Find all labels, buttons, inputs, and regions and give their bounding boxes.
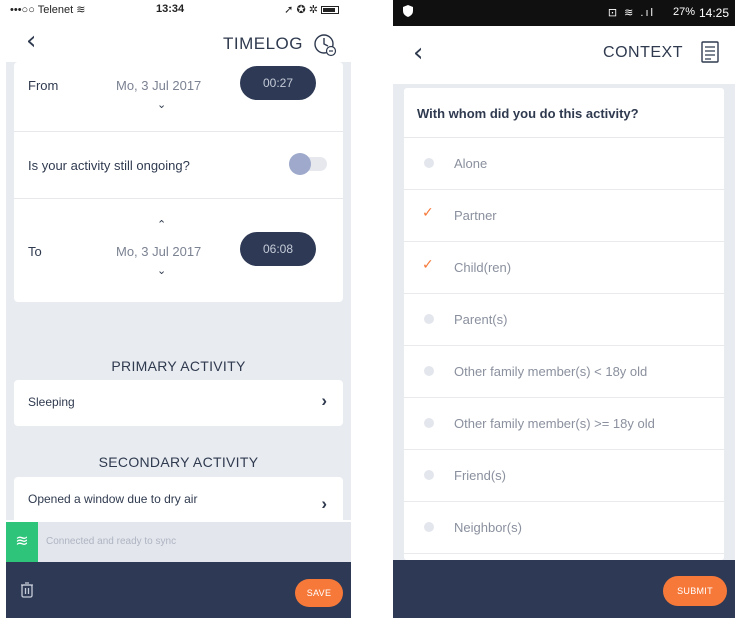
option-label: Neighbor(s) bbox=[454, 520, 522, 535]
to-row: ⌃ To Mo, 3 Jul 2017 ⌄ 06:08 bbox=[14, 200, 343, 302]
unselected-dot-icon bbox=[424, 158, 434, 168]
option-alone[interactable]: Alone bbox=[404, 138, 724, 190]
status-time: 13:34 bbox=[156, 3, 185, 15]
content-area: With whom did you do this activity? Alon… bbox=[393, 84, 735, 560]
unselected-dot-icon bbox=[424, 418, 434, 428]
checkmark-icon: ✓ bbox=[422, 257, 434, 273]
save-button[interactable]: SAVE bbox=[295, 579, 343, 607]
option-neighbors[interactable]: Neighbor(s) bbox=[404, 502, 724, 554]
to-label: To bbox=[28, 244, 42, 259]
option-family-under-18[interactable]: Other family member(s) < 18y old bbox=[404, 346, 724, 398]
status-time: 14:25 bbox=[698, 6, 729, 20]
date-up-chevron-icon[interactable]: ⌃ bbox=[157, 218, 166, 231]
ongoing-question: Is your activity still ongoing? bbox=[28, 158, 190, 173]
header: ‹ TIMELOG bbox=[6, 24, 351, 64]
secondary-activity-title: SECONDARY ACTIVITY bbox=[98, 454, 259, 470]
option-children[interactable]: ✓ Child(ren) bbox=[404, 242, 724, 294]
primary-activity-row[interactable]: Sleeping › bbox=[14, 380, 343, 426]
document-icon[interactable] bbox=[701, 41, 719, 63]
option-family-over-18[interactable]: Other family member(s) >= 18y old bbox=[404, 398, 724, 450]
from-date[interactable]: Mo, 3 Jul 2017 bbox=[116, 78, 201, 93]
footer: SUBMIT bbox=[393, 560, 735, 618]
option-label: Other family member(s) < 18y old bbox=[454, 364, 648, 379]
from-row: From Mo, 3 Jul 2017 ⌄ 00:27 bbox=[14, 62, 343, 132]
context-screen: ⊡ ≋ .ıl 27% 14:25 ‹ CONTEXT With whom di… bbox=[393, 0, 735, 618]
shield-icon bbox=[403, 5, 413, 17]
clock-icon[interactable] bbox=[313, 33, 337, 57]
date-down-chevron-icon[interactable]: ⌄ bbox=[157, 98, 166, 111]
back-chevron-icon[interactable]: ‹ bbox=[26, 28, 36, 54]
option-label: Child(ren) bbox=[454, 260, 512, 275]
ongoing-row: Is your activity still ongoing? bbox=[14, 133, 343, 199]
carrier-label: •••○○ Telenet ≋ bbox=[10, 4, 86, 16]
unselected-dot-icon bbox=[424, 522, 434, 532]
status-bar: •••○○ Telenet ≋ 13:34 ➚ ✪ ✲ bbox=[6, 0, 351, 18]
unselected-dot-icon bbox=[424, 366, 434, 376]
back-chevron-icon[interactable]: ‹ bbox=[413, 40, 423, 66]
header: ‹ CONTEXT bbox=[393, 26, 735, 84]
wifi-icon: ≋ bbox=[6, 522, 38, 562]
from-time-button[interactable]: 00:27 bbox=[240, 66, 316, 100]
ongoing-toggle[interactable] bbox=[289, 153, 327, 175]
option-parents[interactable]: Parent(s) bbox=[404, 294, 724, 346]
timelog-screen: •••○○ Telenet ≋ 13:34 ➚ ✪ ✲ ‹ TIMELOG Fr… bbox=[6, 0, 351, 618]
status-icons: ➚ ✪ ✲ bbox=[284, 3, 339, 16]
question-text: With whom did you do this activity? bbox=[417, 106, 639, 121]
status-bar: ⊡ ≋ .ıl 27% 14:25 bbox=[393, 0, 735, 26]
page-title: CONTEXT bbox=[603, 44, 683, 61]
unselected-dot-icon bbox=[424, 470, 434, 480]
chevron-right-icon: › bbox=[321, 494, 327, 513]
to-date[interactable]: Mo, 3 Jul 2017 bbox=[116, 244, 201, 259]
question-header: With whom did you do this activity? bbox=[404, 88, 724, 138]
content-area: From Mo, 3 Jul 2017 ⌄ 00:27 Is your acti… bbox=[6, 62, 351, 523]
option-partner[interactable]: ✓ Partner bbox=[404, 190, 724, 242]
from-label: From bbox=[28, 78, 59, 93]
primary-activity-value: Sleeping bbox=[28, 395, 75, 409]
trash-icon[interactable] bbox=[20, 582, 34, 598]
submit-button[interactable]: SUBMIT bbox=[663, 576, 727, 606]
footer: SAVE bbox=[6, 562, 351, 618]
battery-icon bbox=[321, 6, 339, 15]
option-label: Partner bbox=[454, 208, 497, 223]
checkmark-icon: ✓ bbox=[422, 205, 434, 221]
option-friends[interactable]: Friend(s) bbox=[404, 450, 724, 502]
status-right-icons: ➚ ✪ ✲ bbox=[284, 4, 318, 16]
option-label: Friend(s) bbox=[454, 468, 507, 483]
toggle-knob bbox=[289, 153, 311, 175]
option-label: Alone bbox=[454, 156, 488, 171]
option-label: Parent(s) bbox=[454, 312, 508, 327]
status-icons: ⊡ ≋ .ıl bbox=[607, 7, 655, 19]
secondary-activity-row[interactable]: Opened a window due to dry air › bbox=[14, 477, 343, 523]
battery-percent: 27% bbox=[672, 6, 695, 18]
question-card: With whom did you do this activity? Alon… bbox=[404, 88, 724, 560]
primary-activity-title: PRIMARY ACTIVITY bbox=[111, 358, 246, 374]
sync-bar: ≋ Connected and ready to sync bbox=[6, 522, 351, 562]
option-label: Other family member(s) >= 18y old bbox=[454, 416, 655, 431]
time-card: From Mo, 3 Jul 2017 ⌄ 00:27 Is your acti… bbox=[14, 62, 343, 302]
date-down-chevron-icon[interactable]: ⌄ bbox=[157, 264, 166, 277]
unselected-dot-icon bbox=[424, 314, 434, 324]
sync-status: Connected and ready to sync bbox=[46, 536, 177, 547]
to-time-button[interactable]: 06:08 bbox=[240, 232, 316, 266]
chevron-right-icon: › bbox=[321, 391, 327, 410]
page-title: TIMELOG bbox=[222, 34, 303, 53]
secondary-activity-value: Opened a window due to dry air bbox=[28, 492, 198, 506]
